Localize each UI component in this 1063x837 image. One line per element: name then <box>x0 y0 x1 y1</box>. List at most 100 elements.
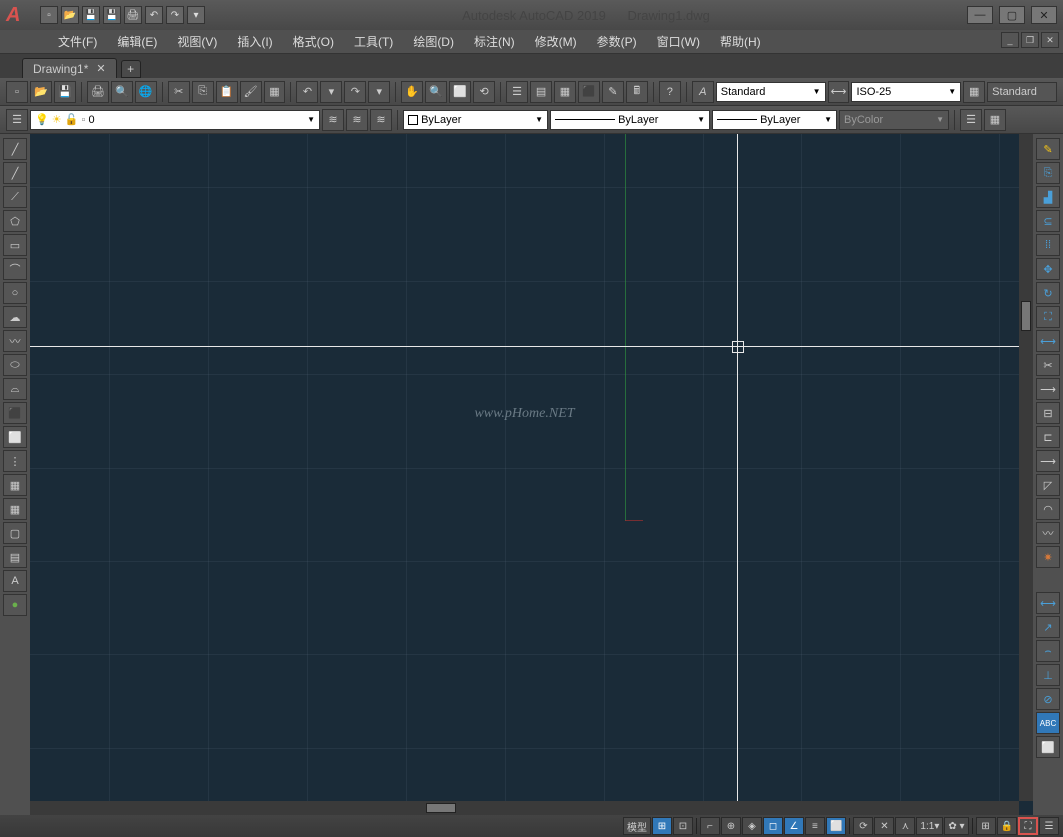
annot-monitor-icon[interactable]: ✕ <box>874 817 894 835</box>
polyline-icon[interactable]: ⟋ <box>3 186 27 208</box>
osnap-toggle-icon[interactable]: ◻ <box>763 817 783 835</box>
open-file-icon[interactable]: 📂 <box>30 81 52 103</box>
menu-draw[interactable]: 绘图(D) <box>403 33 464 50</box>
table-style-icon[interactable]: ▦ <box>963 81 985 103</box>
blend-icon[interactable]: 〰 <box>1036 522 1060 544</box>
maximize-button[interactable]: ▢ <box>999 6 1025 24</box>
doc-restore-button[interactable]: ❐ <box>1021 32 1039 48</box>
array-icon[interactable]: ⁞⁞ <box>1036 234 1060 256</box>
arc-icon[interactable]: ⌒ <box>3 258 27 280</box>
model-space-button[interactable]: 模型 <box>623 817 651 835</box>
menu-view[interactable]: 视图(V) <box>167 33 227 50</box>
dim-style-icon[interactable]: ⟷ <box>828 81 850 103</box>
text-style-icon[interactable]: A <box>692 81 714 103</box>
otrack-toggle-icon[interactable]: ∠ <box>784 817 804 835</box>
scale-icon[interactable]: ⛶ <box>1036 306 1060 328</box>
list-icon[interactable]: ☰ <box>960 109 982 131</box>
scrollbar-thumb[interactable] <box>426 803 456 813</box>
hatch-icon[interactable]: ▦ <box>3 474 27 496</box>
menu-format[interactable]: 格式(O) <box>283 33 344 50</box>
menu-modify[interactable]: 修改(M) <box>525 33 587 50</box>
layer-prev-icon[interactable]: ≋ <box>346 109 368 131</box>
vertical-scrollbar[interactable] <box>1019 134 1033 801</box>
ortho-toggle-icon[interactable]: ⌐ <box>700 817 720 835</box>
linetype-dropdown[interactable]: ByLayer ▼ <box>550 110 710 130</box>
chamfer-icon[interactable]: ◸ <box>1036 474 1060 496</box>
ellipse-icon[interactable]: ⬭ <box>3 354 27 376</box>
snap-toggle-icon[interactable]: ⊡ <box>673 817 693 835</box>
color-dropdown[interactable]: ByLayer ▼ <box>403 110 548 130</box>
move-icon[interactable]: ✥ <box>1036 258 1060 280</box>
doc-close-button[interactable]: ✕ <box>1041 32 1059 48</box>
quick-props-icon[interactable]: ⊞ <box>976 817 996 835</box>
qat-dropdown-icon[interactable]: ▾ <box>187 6 205 24</box>
menu-tools[interactable]: 工具(T) <box>344 33 403 50</box>
app-logo[interactable]: A <box>6 4 34 26</box>
label-icon[interactable]: ABC <box>1036 712 1060 734</box>
markup-icon[interactable]: ✎ <box>602 81 624 103</box>
stretch-icon[interactable]: ⟷ <box>1036 330 1060 352</box>
lineweight-toggle-icon[interactable]: ≡ <box>805 817 825 835</box>
doc-minimize-button[interactable]: _ <box>1001 32 1019 48</box>
aligned-dim-icon[interactable]: ↗ <box>1036 616 1060 638</box>
table-style-dropdown[interactable]: Standard <box>987 82 1057 102</box>
line-icon[interactable]: ╱ <box>3 138 27 160</box>
more-icon[interactable]: ⬜ <box>1036 736 1060 758</box>
undo-icon[interactable]: ↶ <box>145 6 163 24</box>
new-file-icon[interactable]: ▫ <box>6 81 28 103</box>
isodraft-icon[interactable]: ◈ <box>742 817 762 835</box>
properties-icon[interactable]: ☰ <box>506 81 528 103</box>
construction-line-icon[interactable]: ╱ <box>3 162 27 184</box>
grid-toggle-icon[interactable]: ⊞ <box>652 817 672 835</box>
zoom-window-icon[interactable]: ⬜ <box>449 81 471 103</box>
scrollbar-thumb[interactable] <box>1021 301 1031 331</box>
new-tab-button[interactable]: + <box>121 60 141 78</box>
layer-props-icon[interactable]: ☰ <box>6 109 28 131</box>
workspace-icon[interactable]: ✿ ▾ <box>944 817 968 835</box>
radius-dim-icon[interactable]: ⊘ <box>1036 688 1060 710</box>
layer-state-icon[interactable]: ≋ <box>322 109 344 131</box>
saveas-icon[interactable]: 💾 <box>103 6 121 24</box>
polygon-icon[interactable]: ⬠ <box>3 210 27 232</box>
print-icon[interactable]: 🖨 <box>87 81 109 103</box>
customization-icon[interactable]: ☰ <box>1039 817 1059 835</box>
undo-dropdown-icon[interactable]: ▾ <box>320 81 342 103</box>
paste-icon[interactable]: 📋 <box>216 81 238 103</box>
cut-icon[interactable]: ✂ <box>168 81 190 103</box>
menu-window[interactable]: 窗口(W) <box>647 33 710 50</box>
layer-iso-icon[interactable]: ≋ <box>370 109 392 131</box>
menu-dimension[interactable]: 标注(N) <box>464 33 525 50</box>
polar-toggle-icon[interactable]: ⊕ <box>721 817 741 835</box>
publish-icon[interactable]: 🌐 <box>135 81 157 103</box>
sheet-set-icon[interactable]: ▤ <box>530 81 552 103</box>
open-icon[interactable]: 📂 <box>61 6 79 24</box>
erase-icon[interactable]: ✎ <box>1036 138 1060 160</box>
tab-close-icon[interactable]: ✕ <box>96 62 105 75</box>
revcloud-icon[interactable]: ☁ <box>3 306 27 328</box>
redo-dropdown-icon[interactable]: ▾ <box>368 81 390 103</box>
calc-icon[interactable]: 🖩 <box>626 81 648 103</box>
transparency-icon[interactable]: ⬜ <box>826 817 846 835</box>
clean-screen-icon[interactable]: ⛶ <box>1018 817 1038 835</box>
point-icon[interactable]: ⋮ <box>3 450 27 472</box>
menu-help[interactable]: 帮助(H) <box>710 33 771 50</box>
block-icon[interactable]: ▦ <box>264 81 286 103</box>
offset-icon[interactable]: ⊆ <box>1036 210 1060 232</box>
table-icon[interactable]: ▤ <box>3 546 27 568</box>
tool-palette-icon[interactable]: ▦ <box>554 81 576 103</box>
menu-edit[interactable]: 编辑(E) <box>107 33 167 50</box>
preview-icon[interactable]: 🔍 <box>111 81 133 103</box>
menu-insert[interactable]: 插入(I) <box>227 33 282 50</box>
rectangle-icon[interactable]: ▭ <box>3 234 27 256</box>
zoom-previous-icon[interactable]: ⟲ <box>473 81 495 103</box>
match-icon[interactable]: 🖌 <box>240 81 262 103</box>
break-icon[interactable]: ⊏ <box>1036 426 1060 448</box>
horizontal-scrollbar[interactable] <box>30 801 1019 815</box>
redo-icon[interactable]: ↷ <box>344 81 366 103</box>
cycling-icon[interactable]: ⟳ <box>853 817 873 835</box>
region-icon[interactable]: ▢ <box>3 522 27 544</box>
insert-block-icon[interactable]: ⬛ <box>3 402 27 424</box>
ordinate-dim-icon[interactable]: ⊥ <box>1036 664 1060 686</box>
break-point-icon[interactable]: ⊟ <box>1036 402 1060 424</box>
text-style-dropdown[interactable]: Standard ▼ <box>716 82 826 102</box>
